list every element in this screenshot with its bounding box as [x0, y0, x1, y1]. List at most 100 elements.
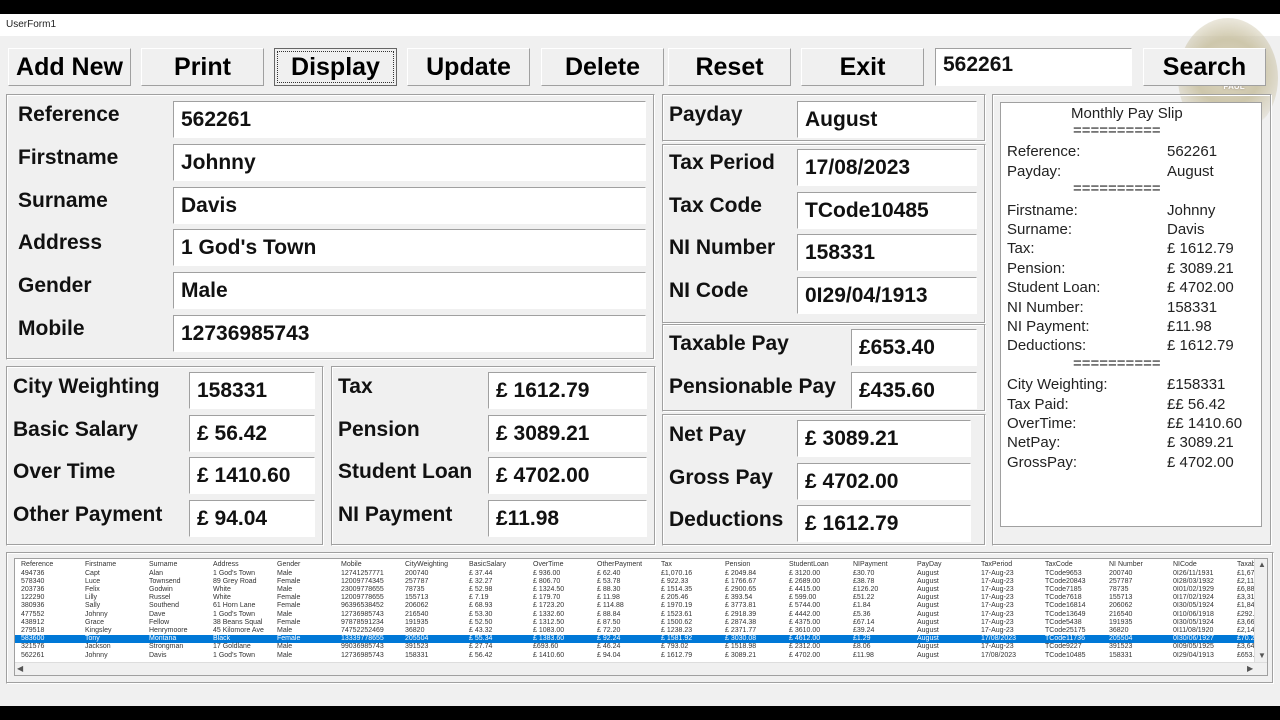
basic-salary-label: Basic Salary — [13, 418, 138, 441]
scroll-right-icon[interactable]: ▶ — [1247, 664, 1253, 673]
pensionable-pay-field[interactable]: £435.60 — [851, 372, 977, 409]
table-header-row[interactable]: Reference Firstname Surname Address Gender Mo… — [15, 561, 1256, 569]
reference-field[interactable]: 562261 — [173, 101, 646, 138]
payslip-separator: ========== — [1073, 122, 1161, 139]
table-cell: £ 4415.00 — [789, 585, 821, 593]
table-row[interactable]: 583600 Tony Montana Black Female 13339778655 2… — [15, 635, 1255, 644]
surname-field[interactable]: Davis — [173, 187, 646, 224]
table-cell: £ 1523.61 — [661, 610, 693, 618]
table-cell: 12736985743 — [341, 610, 384, 618]
update-button[interactable]: Update — [407, 48, 530, 86]
tax-field[interactable]: £ 1612.79 — [488, 372, 647, 409]
student-loan-field[interactable]: £ 4702.00 — [488, 457, 647, 494]
table-cell: Black — [213, 635, 231, 643]
display-button[interactable]: Display — [274, 48, 397, 86]
table-cell: £30.70 — [853, 569, 875, 577]
ni-code-field[interactable]: 0I29/04/1913 — [797, 277, 977, 314]
table-cell: £2,11 — [1237, 577, 1254, 585]
records-listbox[interactable]: Reference Firstname Surname Address Gender Mo… — [14, 558, 1268, 676]
address-field[interactable]: 1 God's Town — [173, 229, 646, 266]
table-cell: 12741257771 — [341, 569, 384, 577]
table-cell: 17-Aug-23 — [981, 626, 1014, 634]
over-time-label: Over Time — [13, 460, 116, 483]
delete-button[interactable]: Delete — [541, 48, 664, 86]
table-cell: Male — [277, 585, 293, 593]
table-row[interactable]: 122290 Lilly Russel White Female 12009778655 1… — [15, 594, 1255, 602]
exit-button[interactable]: Exit — [801, 48, 924, 86]
table-cell: August — [917, 618, 939, 626]
table-cell: 158331 — [405, 651, 429, 659]
tax-code-field[interactable]: TCode10485 — [797, 192, 977, 229]
table-cell: £ 88.30 — [597, 585, 621, 593]
ni-payment-field[interactable]: £11.98 — [488, 500, 647, 537]
payslip-textbox[interactable]: Monthly Pay Slip ========== Reference: 562… — [1000, 102, 1262, 527]
table-row[interactable]: 494736 Capt Alan 1 God's Town Male 1274125777… — [15, 570, 1255, 578]
tax-period-field[interactable]: 17/08/2023 — [797, 149, 977, 186]
column-header: Surname — [149, 561, 178, 568]
table-cell: 438912 — [21, 618, 45, 626]
search-button[interactable]: Search — [1143, 48, 1266, 86]
payslip-line-label: Tax Paid: — [1007, 395, 1069, 413]
scroll-down-icon[interactable]: ▼ — [1258, 651, 1266, 660]
payslip-line-value: 562261 — [1167, 143, 1218, 161]
table-cell: 12736985743 — [341, 651, 384, 659]
ni-number-field[interactable]: 158331 — [797, 234, 977, 271]
payday-field[interactable]: August — [797, 101, 977, 138]
table-row[interactable]: 203736 Felix Godwin White Male 23009778655 787… — [15, 586, 1255, 594]
table-row[interactable]: 562261 Johnny Davis 1 God's Town Male 1273698… — [15, 652, 1255, 660]
table-cell: £ 4702.00 — [789, 651, 821, 659]
mobile-field[interactable]: 12736985743 — [173, 315, 646, 352]
scroll-left-icon[interactable]: ◀ — [17, 664, 23, 673]
taxable-pay-field[interactable]: £653.40 — [851, 329, 977, 366]
table-cell: August — [917, 610, 939, 618]
table-cell: £ 2918.39 — [725, 610, 757, 618]
over-time-field[interactable]: £ 1410.60 — [189, 457, 315, 494]
table-row[interactable]: 279518 Kingsley Henrymoore 45 Kilomore Ave M… — [15, 627, 1255, 635]
table-row[interactable]: 321576 Jackson Strongman 17 Goldlane Male 990… — [15, 643, 1255, 651]
search-input[interactable]: 562261 — [935, 48, 1132, 86]
other-payment-field[interactable]: £ 94.04 — [189, 500, 315, 537]
table-cell: Tony — [85, 635, 100, 643]
vertical-scrollbar[interactable]: ▲ ▼ — [1254, 559, 1267, 664]
basic-salary-field[interactable]: £ 56.42 — [189, 415, 315, 452]
table-cell: £ 1518.98 — [725, 643, 757, 651]
table-cell: August — [917, 594, 939, 602]
table-cell: 61 Horn Lane — [213, 602, 256, 610]
table-row[interactable]: 578340 Luce Townsend 89 Grey Road Female 1200… — [15, 578, 1255, 586]
table-row[interactable]: 477552 Johnny Dave 1 God's Town Male 12736985… — [15, 611, 1255, 619]
table-row[interactable]: 380936 Sally Southend 61 Horn Lane Female 963… — [15, 602, 1255, 610]
table-cell: 0I26/11/1931 — [1173, 569, 1214, 577]
table-cell: Townsend — [149, 577, 181, 585]
table-cell: £ 2312.00 — [789, 643, 821, 651]
city-weighting-field[interactable]: 158331 — [189, 372, 315, 409]
payslip-separator: ========== — [1073, 354, 1161, 372]
payslip-line-value: ££ 1410.60 — [1167, 415, 1243, 432]
horizontal-scrollbar[interactable]: ◀ ▶ — [15, 662, 1267, 675]
payslip-title: Monthly Pay Slip — [1071, 105, 1183, 122]
gender-field[interactable]: Male — [173, 272, 646, 309]
firstname-field[interactable]: Johnny — [173, 144, 646, 181]
table-cell: 1 God's Town — [213, 569, 256, 577]
table-cell: £ 72.20 — [597, 626, 621, 634]
column-header: Mobile — [341, 561, 362, 568]
reset-button[interactable]: Reset — [668, 48, 791, 86]
table-cell: 13339778655 — [341, 635, 384, 643]
table-cell: 12009778655 — [341, 594, 384, 602]
pension-field[interactable]: £ 3089.21 — [488, 415, 647, 452]
scroll-up-icon[interactable]: ▲ — [1258, 560, 1266, 569]
deductions-field[interactable]: £ 1612.79 — [797, 505, 971, 542]
table-cell: 17-Aug-23 — [981, 569, 1014, 577]
column-header: OverTime — [533, 561, 564, 568]
table-cell: £1,67 — [1237, 569, 1255, 577]
table-cell: £5.36 — [853, 610, 871, 618]
net-pay-field[interactable]: £ 3089.21 — [797, 420, 971, 457]
table-row[interactable]: 438912 Grace Fellow 38 Beans Squal Female 978… — [15, 619, 1255, 627]
gross-pay-field[interactable]: £ 4702.00 — [797, 463, 971, 500]
print-button[interactable]: Print — [141, 48, 264, 86]
table-cell: TCode11736 — [1045, 635, 1085, 643]
mobile-label: Mobile — [18, 317, 85, 340]
add-new-button[interactable]: Add New — [8, 48, 131, 86]
table-cell: £2,14 — [1237, 626, 1255, 634]
payslip-line-label: Deductions: — [1007, 337, 1087, 355]
table-cell: £ 3089.21 — [725, 651, 757, 659]
